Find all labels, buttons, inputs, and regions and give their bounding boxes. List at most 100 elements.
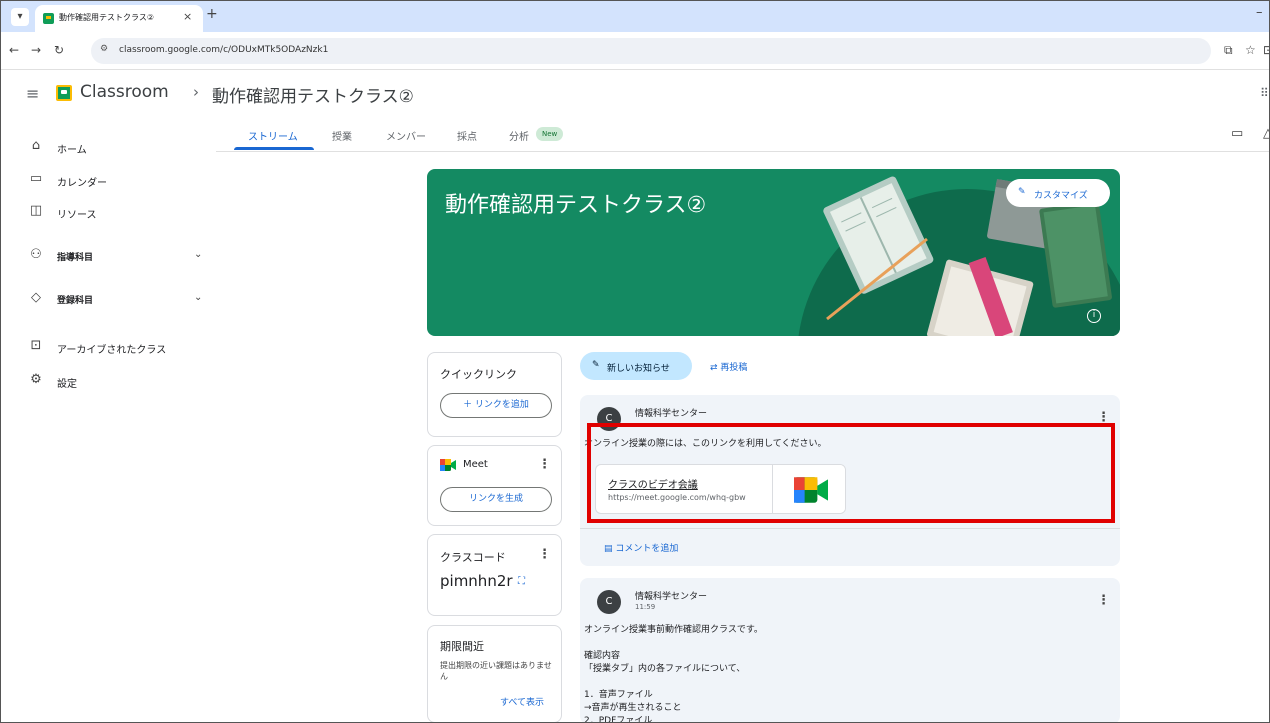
more-vert-icon[interactable]: ⋮ [538,457,551,472]
new-announcement-button[interactable]: ✎ 新しいお知らせ [580,352,692,380]
quick-links-title: クイックリンク [440,368,517,381]
comment-icon: ▤ [604,544,616,554]
upcoming-title: 期限間近 [440,640,484,653]
bookmark-star-icon[interactable]: ☆ [1245,43,1256,57]
banner-title: 動作確認用テストクラス② [445,193,707,218]
upcoming-text: 提出期限の近い課題はありません [440,661,552,681]
post-line: 1．音声ファイル [584,690,653,700]
fullscreen-icon[interactable]: ⛶ [518,576,525,587]
sidebar-item-home[interactable]: ⌂ ホーム [1,132,216,162]
app-header: ≡ Classroom › 動作確認用テストクラス② ⠿ [1,70,1269,116]
address-bar[interactable]: ⚙ classroom.google.com/c/ODUxMTk5ODAzNzk… [91,38,1211,64]
sidebar-item-label: カレンダー [57,178,107,189]
classroom-favicon-icon [43,13,54,24]
view-all-link[interactable]: すべて表示 [500,695,544,708]
tab-title: 動作確認用テストクラス② [59,13,155,22]
new-badge: New [536,127,564,141]
meet-title: Meet [463,459,488,470]
url-text[interactable]: classroom.google.com/c/ODUxMTk5ODAzNzk1 [119,45,328,55]
tab-strip: ▾ 動作確認用テストクラス② × + – [1,1,1269,32]
more-vert-icon[interactable]: ⋮ [538,547,551,562]
class-banner: 動作確認用テストクラス② ✎ カスタマイズ i [427,169,1120,336]
generate-link-button[interactable]: リンクを生成 [440,487,552,512]
tab-grades[interactable]: 採点 [457,128,477,143]
sidebar-item-label: 登録科目 [57,296,94,306]
reload-icon[interactable]: ↻ [54,43,64,57]
repost-button[interactable]: ⇄ 再投稿 [710,360,747,373]
back-icon[interactable]: ← [9,43,19,57]
post-line: →音声が再生されること [584,703,682,713]
post-line: 確認内容 [584,651,621,661]
sidebar-item-teaching[interactable]: ⚇ 指導科目 ⌄ [1,241,216,271]
post-author: 情報科学センター [635,409,708,419]
sidebar-item-enrolled[interactable]: ◇ 登録科目 ⌄ [1,284,216,314]
drive-icon[interactable]: △ [1263,126,1269,141]
tab-stream[interactable]: ストリーム [248,128,298,143]
chevron-down-icon[interactable]: ⌄ [194,249,202,260]
forward-icon[interactable]: → [31,43,41,57]
tab-search-icon[interactable]: ▾ [11,8,29,26]
class-code-value: pimnhn2r [440,572,513,590]
minimize-button[interactable]: – [1256,5,1263,20]
browser-tab[interactable]: 動作確認用テストクラス② × [35,5,203,32]
highlight-box [587,423,1115,523]
sidebar-item-archive[interactable]: ⊡ アーカイブされたクラス [1,332,216,362]
repost-icon: ⇄ [710,363,721,373]
sidebar-item-settings[interactable]: ⚙ 設定 [1,366,216,396]
pencil-icon: ✎ [1018,187,1026,197]
announcement-label: 新しいお知らせ [607,364,670,374]
repost-label: 再投稿 [720,363,748,373]
home-icon: ⌂ [31,138,41,153]
post-time: 11:59 [635,603,656,611]
post-line: オンライン授業事前動作確認用クラスです。 [584,625,763,635]
cast-icon[interactable]: ⧉ [1224,43,1233,58]
sidebar-item-label: ホーム [57,145,87,156]
upcoming-card: 期限間近 提出期限の近い課題はありません すべて表示 [427,625,562,722]
class-code-title: クラスコード [440,551,506,564]
meet-card: Meet ⋮ リンクを生成 [427,445,562,526]
customize-label: カスタマイズ [1034,191,1088,201]
quick-links-card: クイックリンク ＋ リンクを追加 [427,352,562,437]
sidebar: ⌂ ホーム ▭ カレンダー ◫ リソース ⚇ 指導科目 ⌄ ◇ 登録科目 ⌄ ⊡… [1,116,216,722]
sidebar-item-calendar[interactable]: ▭ カレンダー [1,165,216,195]
meet-icon [440,459,456,471]
new-tab-button[interactable]: + [206,6,218,22]
sidebar-item-label: 指導科目 [57,253,94,263]
post-author: 情報科学センター [635,592,708,602]
add-link-button[interactable]: ＋ リンクを追加 [440,393,552,418]
breadcrumb-separator: › [193,83,199,101]
add-comment-button[interactable]: ▤ コメントを追加 [604,541,678,554]
app-title[interactable]: Classroom [80,82,169,102]
classroom-logo-icon[interactable] [56,85,72,101]
sidebar-item-label: 設定 [57,379,77,390]
comment-label: コメントを追加 [615,544,679,554]
google-apps-icon[interactable]: ⠿ [1260,86,1269,100]
enrolled-icon: ◇ [31,290,41,305]
tab-people[interactable]: メンバー [386,128,426,143]
archive-icon: ⊡ [30,338,42,353]
calendar-icon[interactable]: ▭ [1231,126,1243,141]
extensions-icon[interactable]: ⊡ [1263,43,1269,57]
site-info-icon[interactable]: ⚙ [100,44,108,54]
sidebar-item-label: アーカイブされたクラス [57,345,167,356]
more-vert-icon[interactable]: ⋮ [1097,593,1110,608]
sidebar-item-resources[interactable]: ◫ リソース [1,197,216,227]
main-menu-icon[interactable]: ≡ [26,84,39,103]
chevron-down-icon[interactable]: ⌄ [194,292,202,303]
tab-analytics[interactable]: 分析 [509,128,529,143]
tab-close-icon[interactable]: × [183,10,192,23]
tab-classwork[interactable]: 授業 [332,128,352,143]
browser-window: ▾ 動作確認用テストクラス② × + – ← → ↻ ⚙ classroom.g… [0,0,1270,723]
sidebar-item-label: リソース [57,210,97,221]
class-tabs: ストリーム 授業 メンバー 採点 分析 New ▭ △ [216,116,1269,152]
stream-post: C 情報科学センター 11:59 ⋮ オンライン授業事前動作確認用クラスです。 … [580,578,1120,723]
avatar[interactable]: C [597,590,621,614]
calendar-icon: ▭ [29,171,43,186]
navigation-bar: ← → ↻ ⚙ classroom.google.com/c/ODUxMTk5O… [1,32,1269,70]
breadcrumb-class-name[interactable]: 動作確認用テストクラス② [212,82,414,107]
teaching-icon: ⚇ [30,247,42,262]
info-icon[interactable]: i [1087,309,1101,323]
customize-button[interactable]: ✎ カスタマイズ [1006,179,1110,207]
class-code-card: クラスコード ⋮ pimnhn2r ⛶ [427,534,562,616]
post-line: 2．PDFファイル [584,716,653,723]
